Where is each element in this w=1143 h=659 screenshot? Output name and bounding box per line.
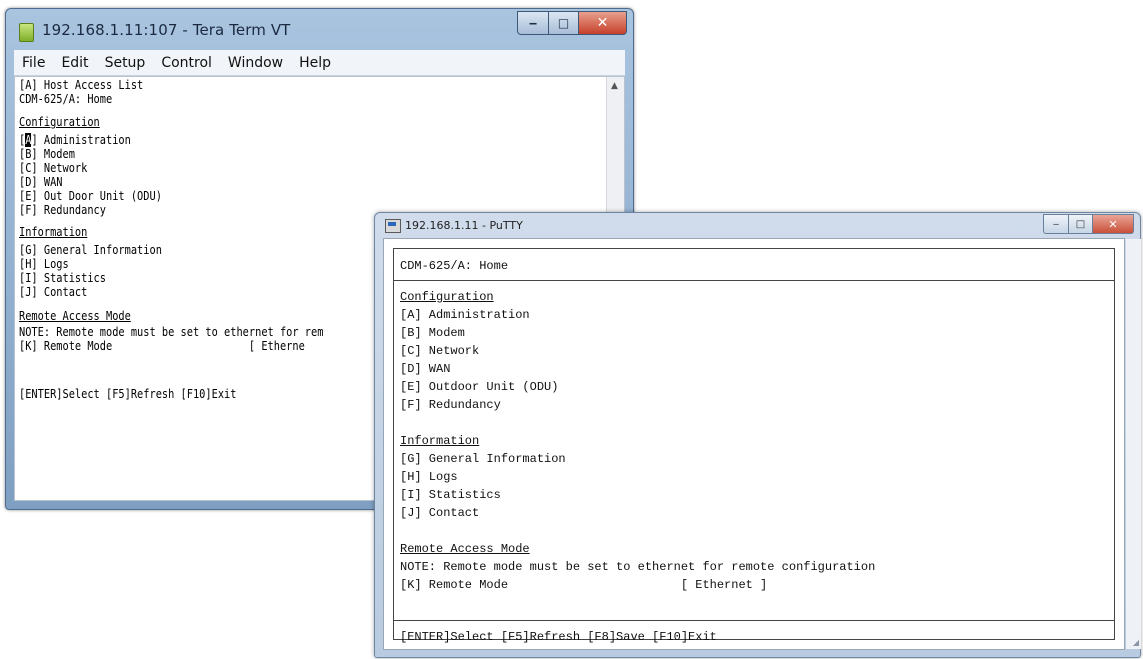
maximize-button[interactable]: □ [549, 11, 579, 35]
footer-keys: [ENTER]Select [F5]Refresh [F8]Save [F10]… [400, 630, 717, 644]
menu-line-network: [C] Network [400, 344, 480, 358]
putty-minimize-button[interactable]: ‒ [1043, 214, 1069, 234]
close-icon: ✕ [596, 15, 609, 31]
minimize-button[interactable]: ‒ [517, 11, 549, 35]
menu-control[interactable]: Control [153, 55, 220, 71]
menu-line-wan: [D] WAN [19, 175, 63, 189]
section-heading-configuration: Configuration [19, 115, 100, 129]
putty-title: 192.168.1.11 - PuTTY [405, 219, 523, 232]
menu-line-modem: [B] Modem [19, 147, 75, 161]
putty-close-button[interactable]: ✕ [1093, 214, 1134, 234]
menu-line-wan: [D] WAN [400, 362, 451, 376]
menu-line-logs: [H] Logs [400, 470, 458, 484]
note-line: NOTE: Remote mode must be set to etherne… [400, 560, 876, 574]
putty-terminal[interactable]: CDM-625/A: Home Configuration [A] Admini… [383, 238, 1141, 650]
menu-line-administration: [A] Administration [19, 133, 131, 147]
terminal-line: [A] Host Access List [19, 78, 144, 92]
putty-caption-buttons: ‒ □ ✕ [1043, 214, 1134, 234]
menu-edit[interactable]: Edit [53, 55, 96, 71]
section-heading-information: Information [400, 434, 480, 448]
terminal-header: CDM-625/A: Home [400, 259, 509, 273]
menu-window[interactable]: Window [220, 55, 291, 71]
note-line: NOTE: Remote mode must be set to etherne… [19, 325, 324, 339]
menu-line-odu: [E] Out Door Unit (ODU) [19, 189, 162, 203]
scroll-up-icon[interactable]: ▲ [611, 81, 618, 91]
terminal-line: CDM-625/A: Home [19, 92, 113, 106]
section-heading-information: Information [19, 225, 88, 239]
menu-line-administration: [A] Administration [400, 308, 530, 322]
menu-line-redundancy: [F] Redundancy [400, 398, 501, 412]
menu-line-general-information: [G] General Information [19, 243, 162, 257]
menu-line-remote-mode: [K] Remote Mode [ Ethernet ] [400, 578, 768, 592]
teraterm-caption-buttons: ‒ □ ✕ [517, 11, 627, 35]
menu-help[interactable]: Help [291, 55, 339, 71]
menu-line-statistics: [I] Statistics [400, 488, 501, 502]
menu-line-contact: [J] Contact [400, 506, 480, 520]
putty-app-icon [385, 219, 401, 233]
maximize-icon: □ [1075, 218, 1086, 230]
menu-line-odu: [E] Outdoor Unit (ODU) [400, 380, 559, 394]
teraterm-menubar: File Edit Setup Control Window Help [14, 50, 625, 76]
close-button[interactable]: ✕ [579, 11, 627, 35]
menu-line-general-information: [G] General Information [400, 452, 566, 466]
menu-line-administration-text: ] Administration [31, 133, 131, 147]
minimize-icon: ‒ [528, 16, 538, 30]
divider [394, 620, 1114, 621]
close-icon: ✕ [1108, 217, 1118, 231]
menu-line-contact: [J] Contact [19, 285, 88, 299]
minimize-icon: ‒ [1052, 218, 1060, 230]
section-heading-configuration: Configuration [400, 290, 494, 304]
menu-line-modem: [B] Modem [400, 326, 465, 340]
menu-line-logs: [H] Logs [19, 257, 69, 271]
terminal-box: CDM-625/A: Home Configuration [A] Admini… [393, 248, 1115, 644]
menu-line-network: [C] Network [19, 161, 88, 175]
footer-keys: [ENTER]Select [F5]Refresh [F10]Exit [19, 387, 237, 401]
teraterm-app-icon [19, 23, 34, 42]
menu-file[interactable]: File [14, 55, 53, 71]
putty-window[interactable]: 192.168.1.11 - PuTTY ‒ □ ✕ CDM-625/A: Ho… [374, 212, 1141, 658]
menu-line-statistics: [I] Statistics [19, 271, 106, 285]
putty-maximize-button[interactable]: □ [1069, 214, 1093, 234]
teraterm-title-bar[interactable]: 192.168.1.11:107 - Tera Term VT ‒ □ ✕ [6, 9, 633, 49]
putty-scrollbar[interactable]: ◢ [1126, 239, 1141, 649]
menu-setup[interactable]: Setup [97, 55, 154, 71]
section-heading-remote-access: Remote Access Mode [19, 309, 131, 323]
menu-line-remote-mode: [K] Remote Mode [ Etherne [19, 339, 305, 353]
menu-line-redundancy: [F] Redundancy [19, 203, 106, 217]
teraterm-title: 192.168.1.11:107 - Tera Term VT [42, 21, 291, 39]
divider [394, 280, 1114, 281]
maximize-icon: □ [557, 16, 570, 30]
resize-grip-icon[interactable]: ◢ [1133, 638, 1139, 647]
section-heading-remote-access: Remote Access Mode [400, 542, 530, 556]
